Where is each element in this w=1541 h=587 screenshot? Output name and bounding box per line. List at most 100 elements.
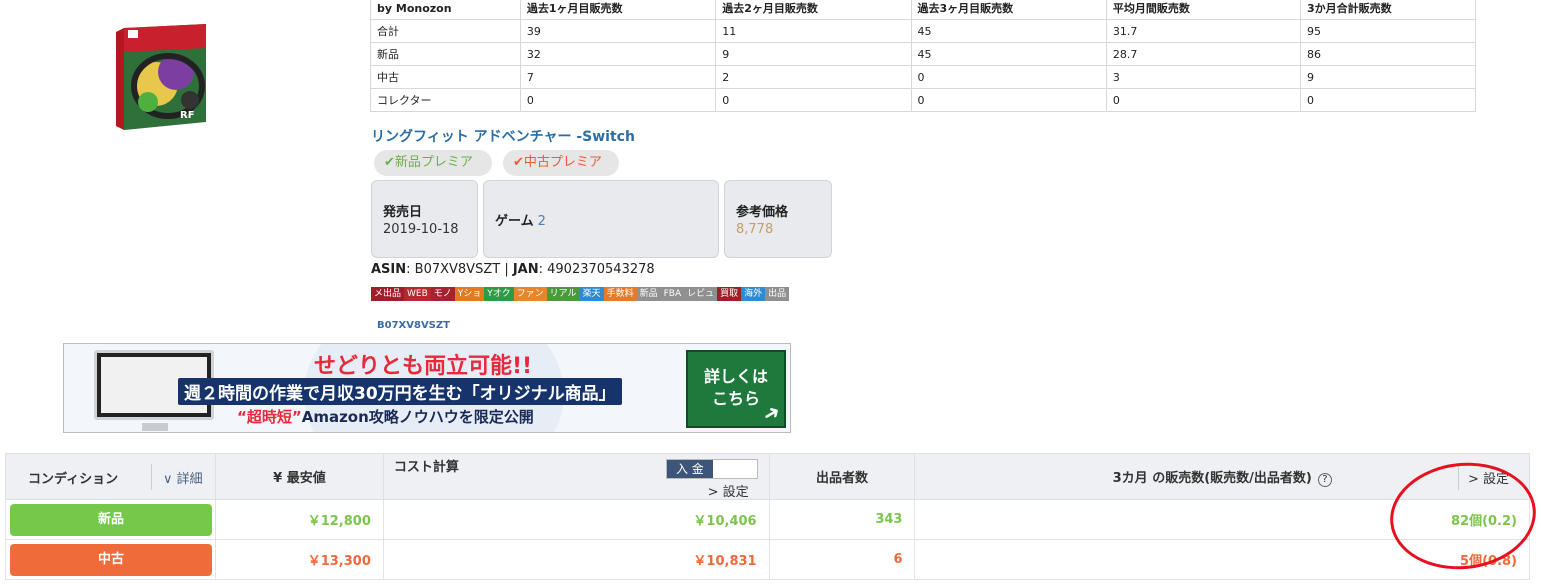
sales-header-label: 3カ月 の販売数(販売数/出品者数) [1112,470,1312,486]
marketplace-tag[interactable]: 手数料 [603,287,637,301]
banner-tagline: “超時短”Amazon攻略ノウハウを限定公開 [237,406,534,427]
marketplace-tag[interactable]: 海外 [741,287,766,301]
reference-price-label: 参考価格 [736,205,789,220]
table-cell: 28.7 [1105,42,1302,66]
table-cell: 39 [519,19,717,43]
banner-headline: せどりとも両立可能!! [314,354,533,379]
release-date-label: 発売日 [383,205,423,220]
marketplace-tag[interactable]: ファン [513,287,547,301]
cost-calc-header: コスト計算 入 金 > 設定 [382,453,770,500]
column-header: 過去3ヶ月目販売数 [910,0,1107,20]
product-title-link[interactable]: リングフィット アドベンチャー -Switch [371,126,635,146]
table-cell: 9 [715,42,912,66]
category-rank[interactable]: 2 [538,214,546,229]
column-header: 3か月合計販売数 [1300,0,1476,20]
table-cell: 0 [910,65,1107,89]
marketplace-tag[interactable]: 新品 [636,287,661,301]
row-label: 新品 [370,42,521,66]
condition-header: コンディション ∨ 詳細 [5,453,216,500]
condition-used-button[interactable]: 中古 [10,543,212,576]
row-label: 合計 [370,19,521,43]
offer-summary-table: コンディション ∨ 詳細 ¥ 最安値 コスト計算 入 金 > 設定 出品者数 3… [5,453,1530,580]
asin-value: B07XV8VSZT [414,262,501,277]
table-cell: 9 [1300,65,1476,89]
condition-cell: 中古 [5,539,216,580]
marketplace-tag[interactable]: Yオク [484,287,514,301]
marketplace-tag[interactable]: モノ [430,287,455,301]
table-cell: 0 [910,88,1107,112]
deposit-input[interactable]: 入 金 [665,459,758,479]
used-premium-badge: ✔中古プレミア [503,150,619,176]
marketplace-tag[interactable]: レビュ [684,287,718,301]
monitor-stand [142,423,168,431]
table-row: 合計 39 11 45 31.7 95 [370,19,1476,43]
category-rank-box: ゲーム 2 [483,180,719,258]
banner-tagline-highlight: “超時短” [237,408,302,426]
table-cell: 86 [1300,42,1476,66]
row-label: コレクター [370,88,521,112]
table-cell: 7 [519,65,717,89]
marketplace-tag[interactable]: FBA [660,287,685,301]
release-date-box: 発売日 2019-10-18 [371,180,478,258]
table-cell: 95 [1300,19,1476,43]
sellers-header: 出品者数 [768,453,916,500]
table-row: 中古 ￥13,300 ￥10,831 6 5個(0.8) [5,539,1530,580]
table-cell: 2 [715,65,912,89]
table-cell: 3 [1105,65,1302,89]
jan-value: 4902370543278 [547,262,655,277]
table-cell: 0 [715,88,912,112]
sellers-cell: 6 [768,539,916,580]
condition-cell: 新品 [5,499,216,540]
marketplace-tag[interactable]: 出品 [765,287,790,301]
reference-price-box: 参考価格 8,778 [724,180,832,258]
deposit-label: 入 金 [666,460,713,478]
table-cell: 31.7 [1105,19,1302,43]
new-premium-badge: ✔新品プレミア [374,150,492,176]
marketplace-tag[interactable]: メ出品 [371,287,405,301]
column-header: by Monozon [370,0,521,20]
product-codes: ASIN: B07XV8VSZT | JAN: 4902370543278 [371,262,655,277]
release-date-value: 2019-10-18 [383,222,459,237]
marketplace-tag[interactable]: リアル [546,287,580,301]
cost-calc-label: コスト計算 [393,460,459,475]
category-label: ゲーム [495,214,534,229]
marketplace-tag-bar: メ出品 WEB モノ Yショ Yオク ファン リアル 楽天 手数料 新品 FBA レビュ 買取 海外 出品 [371,287,790,301]
marketplace-tag[interactable]: 楽天 [579,287,604,301]
offer-header-row: コンディション ∨ 詳細 ¥ 最安値 コスト計算 入 金 > 設定 出品者数 3… [5,453,1530,500]
lowest-price-cell: ￥13,300 [214,539,384,580]
table-row: 中古 7 2 0 3 9 [370,65,1476,89]
asin-label: ASIN [371,262,407,277]
column-header: 過去2ヶ月目販売数 [715,0,912,20]
cost-cell: ￥10,406 [382,499,770,540]
sales-history-table: by Monozon 過去1ヶ月目販売数 過去2ヶ月目販売数 過去3ヶ月目販売数… [370,0,1476,112]
sellers-cell: 343 [768,499,916,540]
marketplace-tag[interactable]: Yショ [454,287,485,301]
lowest-price-header: ¥ 最安値 [214,453,384,500]
row-label: 中古 [370,65,521,89]
svg-text:RF: RF [180,110,195,121]
column-header: 過去1ヶ月目販売数 [519,0,717,20]
table-row: 新品 ￥12,800 ￥10,406 343 82個(0.2) [5,499,1530,540]
reference-price-value: 8,778 [736,222,774,237]
marketplace-tag[interactable]: WEB [404,287,431,301]
table-cell: 0 [1105,88,1302,112]
cost-cell: ￥10,831 [382,539,770,580]
help-icon[interactable]: ? [1317,472,1332,487]
banner-tagline-text: Amazon攻略ノウハウを限定公開 [301,408,534,426]
marketplace-tag[interactable]: 買取 [717,287,742,301]
table-cell: 45 [910,42,1107,66]
lowest-price-cell: ￥12,800 [214,499,384,540]
table-cell: 32 [519,42,717,66]
table-row: 新品 32 9 45 28.7 86 [370,42,1476,66]
promo-banner[interactable]: せどりとも両立可能!! 週２時間の作業で月収30万円を生む「オリジナル商品」 “… [63,343,791,433]
cost-settings-link[interactable]: > 設定 [708,481,749,500]
asin-small-link[interactable]: B07XV8VSZT [377,320,450,331]
table-cell: 45 [910,19,1107,43]
table-cell: 11 [715,19,912,43]
jan-label: JAN [512,262,539,277]
detail-toggle[interactable]: ∨ 詳細 [163,468,203,487]
condition-new-button[interactable]: 新品 [10,503,212,536]
table-cell: 0 [519,88,717,112]
banner-cta-button[interactable]: 詳しくは こちら ➜ [686,350,786,428]
banner-subheadline: 週２時間の作業で月収30万円を生む「オリジナル商品」 [178,378,622,405]
